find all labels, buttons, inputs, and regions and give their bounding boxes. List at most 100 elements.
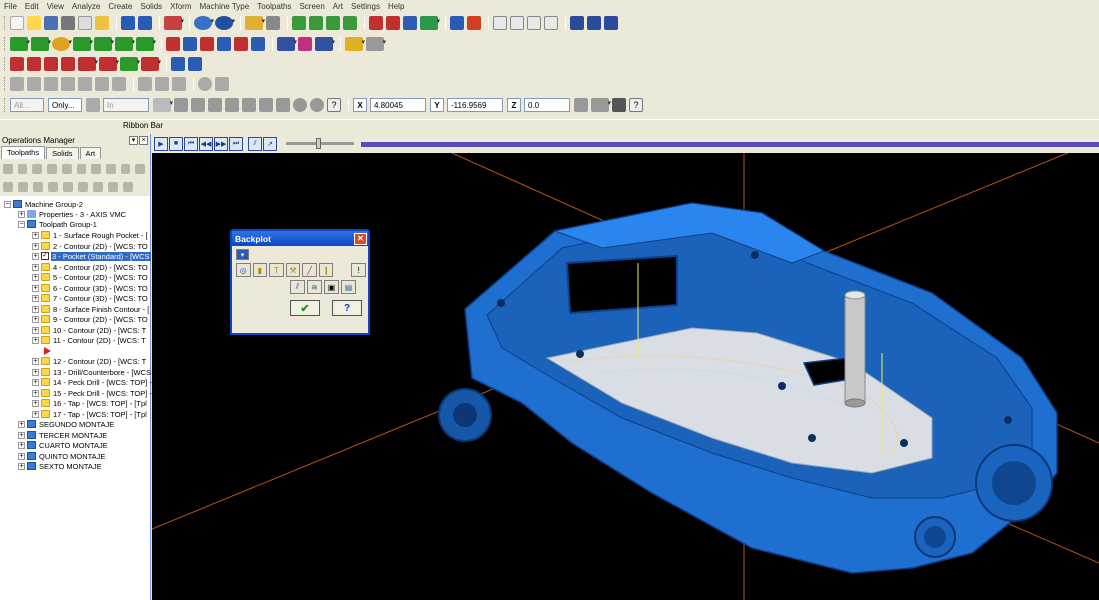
line-icon[interactable] (31, 37, 51, 51)
move-down-icon[interactable] (48, 182, 58, 192)
tree-sexto-montaje[interactable]: + SEXTO MONTAJE (18, 461, 102, 471)
tree-op-2[interactable]: +2 - Contour (2D) - [WCS: TO (32, 241, 148, 251)
toolbar-grip[interactable] (4, 77, 7, 91)
display-toolpath-icon[interactable]: ◎ (236, 263, 251, 277)
menu-machine-type[interactable]: Machine Type (200, 2, 250, 11)
display-rapid-icon[interactable]: ⚒ (285, 263, 301, 277)
toggle-display-icon[interactable] (18, 182, 28, 192)
solid-draft-icon[interactable] (112, 77, 126, 91)
new-file-icon[interactable] (10, 16, 24, 30)
graphics-view-icon[interactable] (194, 16, 214, 30)
print-icon[interactable] (61, 16, 75, 30)
zoom-out-icon[interactable] (510, 16, 524, 30)
help-coord-icon[interactable]: ? (629, 98, 643, 112)
join-icon[interactable] (200, 37, 214, 51)
find-features-icon[interactable] (215, 77, 229, 91)
toggle-post-icon[interactable] (33, 182, 43, 192)
wcs-icon[interactable] (604, 16, 618, 30)
screenshot-icon[interactable]: ▣ (324, 280, 339, 294)
scroll-icon[interactable] (93, 182, 103, 192)
zoom-target-icon[interactable] (527, 16, 541, 30)
highfeed-icon[interactable] (420, 16, 440, 30)
boolean-remove-icon[interactable] (155, 77, 169, 91)
rotate-xform-icon[interactable] (315, 37, 335, 51)
stop-icon[interactable]: ■ (169, 136, 183, 151)
surface-ruled-icon[interactable] (10, 57, 24, 71)
toolbar-grip[interactable] (4, 57, 7, 71)
move-up-icon[interactable] (63, 182, 73, 192)
extend-icon[interactable] (234, 37, 248, 51)
tree-op-9[interactable]: +9 - Contour (2D) - [WCS: TO (32, 314, 148, 324)
select-all-ops-icon[interactable] (3, 163, 13, 174)
spline-icon[interactable] (115, 37, 135, 51)
mirror-icon[interactable] (298, 37, 312, 51)
zoom-window-icon[interactable] (266, 16, 280, 30)
surface-sweep-icon[interactable] (61, 57, 75, 71)
select-all-button[interactable]: All... (10, 98, 44, 112)
speed-slider-thumb[interactable] (316, 138, 321, 149)
ok-button[interactable]: ✔ (290, 300, 320, 316)
tree-op-12[interactable]: +12 - Contour (2D) - [WCS: T (32, 356, 146, 366)
delete-icon[interactable] (164, 16, 184, 30)
select-off-icon[interactable] (310, 98, 324, 112)
tool-trace-icon[interactable]: ↗ (263, 136, 277, 151)
simulate-icon[interactable] (76, 163, 87, 174)
trim-icon[interactable] (166, 37, 180, 51)
menu-solids[interactable]: Solids (140, 2, 162, 11)
tab-art[interactable]: Art (79, 147, 102, 159)
menu-help[interactable]: Help (388, 2, 404, 11)
insert-arrow-icon[interactable] (78, 182, 88, 192)
display-endpoints-icon[interactable]: ╱ (302, 263, 317, 277)
menu-toolpaths[interactable]: Toolpaths (257, 2, 291, 11)
rectangle-icon[interactable] (136, 37, 156, 51)
y-coord-input[interactable]: -116.9569 (447, 98, 503, 112)
level-mode-select[interactable]: In (103, 98, 149, 112)
close-icon[interactable]: × (139, 136, 148, 145)
surface-revolve-icon[interactable] (44, 57, 58, 71)
menu-xform[interactable]: Xform (170, 2, 191, 11)
backplot-progress-bar[interactable] (361, 142, 1099, 147)
delete-op-icon[interactable] (120, 163, 131, 174)
shading-icon[interactable] (215, 16, 235, 30)
redo-icon[interactable] (138, 16, 152, 30)
solid-loft-icon[interactable] (27, 77, 41, 91)
solid-select-icon[interactable] (293, 98, 307, 112)
no-history-icon[interactable] (198, 77, 212, 91)
solid-shell-icon[interactable] (78, 77, 92, 91)
selection-mask-icon[interactable] (86, 98, 100, 112)
toolbar-grip[interactable] (4, 37, 7, 51)
post-op-icon[interactable] (91, 163, 101, 174)
solid-fillet-icon[interactable] (44, 77, 58, 91)
speed-slider[interactable] (286, 138, 354, 149)
verify-icon[interactable] (369, 16, 383, 30)
surface-trim-icon[interactable] (141, 57, 161, 71)
x-coord-input[interactable]: 4.80045 (370, 98, 426, 112)
point-icon[interactable] (10, 37, 30, 51)
z-coord-input[interactable]: 0.0 (524, 98, 570, 112)
expand-icon[interactable]: ▾ (236, 249, 249, 260)
menu-create[interactable]: Create (108, 2, 132, 11)
help-select-icon[interactable]: ? (327, 98, 341, 112)
zoom-extents-icon[interactable] (544, 16, 558, 30)
break-icon[interactable] (183, 37, 197, 51)
tree-machine-group[interactable]: − Machine Group-2 (4, 199, 83, 209)
tree-op-1[interactable]: +1 - Surface Rough Pocket - [ (32, 230, 148, 240)
step-forward-icon[interactable]: ▶▶ (214, 136, 228, 151)
surface-fillet-icon[interactable] (99, 57, 119, 71)
tree-op-13[interactable]: +13 - Drill/Counterbore - [WCS (32, 367, 151, 377)
post-icon[interactable] (403, 16, 417, 30)
select-single-icon[interactable] (225, 98, 239, 112)
save-icon[interactable] (44, 16, 58, 30)
verify-op-icon[interactable] (61, 163, 72, 174)
solid-revolve-icon[interactable] (188, 57, 202, 71)
backplot-dialog-titlebar[interactable]: Backplot ✕ (232, 231, 368, 246)
solid-shaded-icon[interactable] (343, 16, 357, 30)
select-polygon-icon[interactable] (208, 98, 222, 112)
tree-segundo-montaje[interactable]: + SEGUNDO MONTAJE (18, 419, 114, 429)
tree-cuarto-montaje[interactable]: + CUARTO MONTAJE (18, 440, 108, 450)
tab-toolpaths[interactable]: Toolpaths (1, 146, 46, 159)
tree-op-7[interactable]: +7 - Contour (3D) - [WCS: TO (32, 293, 148, 303)
trails-display-icon[interactable]: ⫽ (290, 280, 305, 294)
solid-trim-icon[interactable] (95, 77, 109, 91)
menu-settings[interactable]: Settings (351, 2, 380, 11)
